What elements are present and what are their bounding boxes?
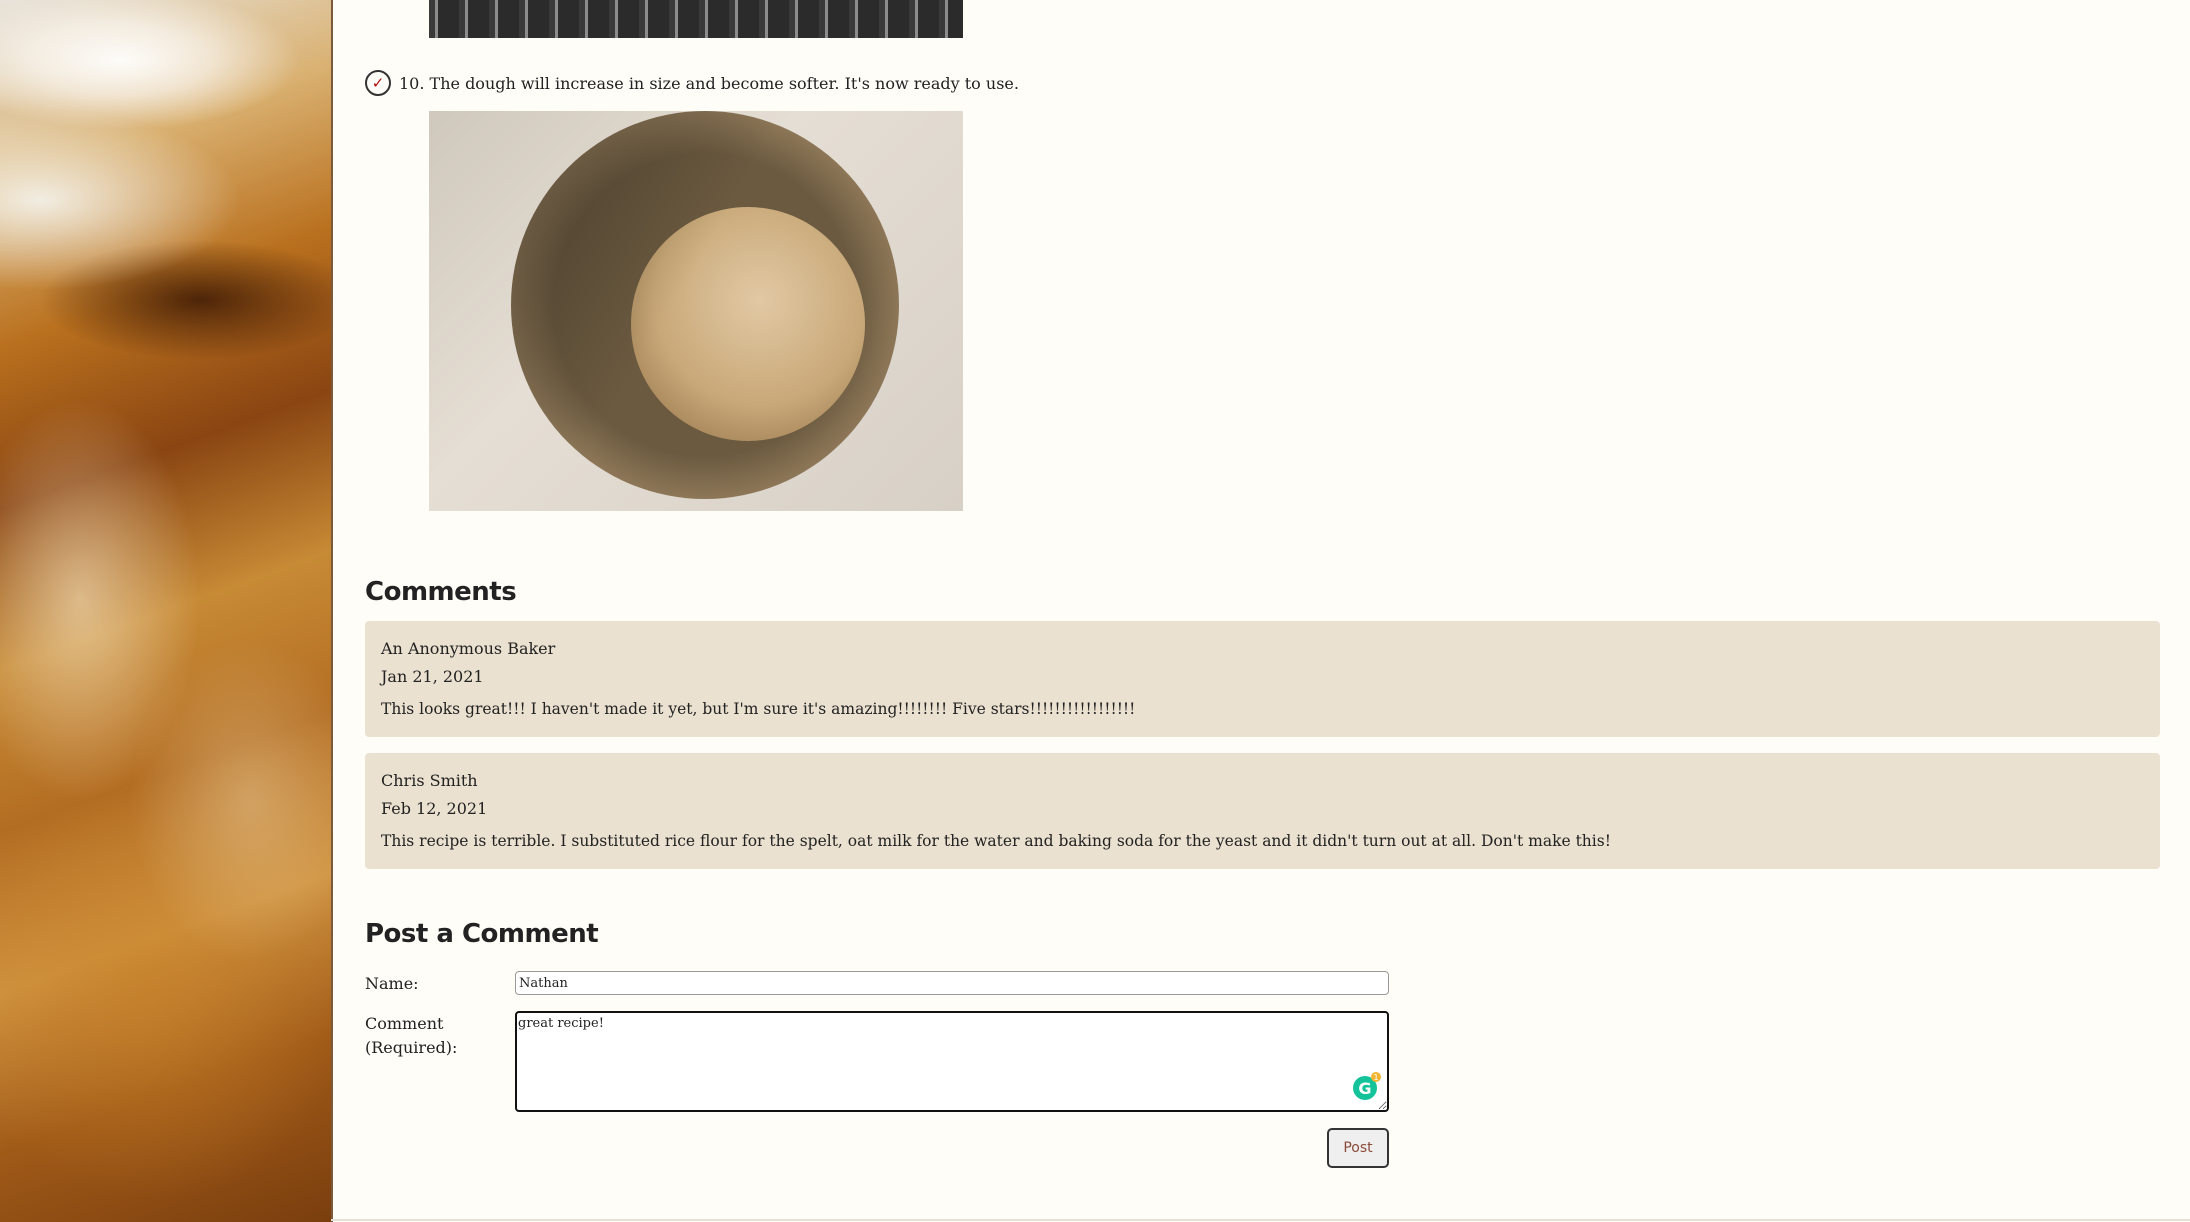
comment-date: Jan 21, 2021 (381, 667, 484, 686)
sidebar-bread-background (0, 0, 333, 1222)
comment-author: An Anonymous Baker (381, 639, 556, 658)
comment-author: Chris Smith (381, 771, 478, 790)
step-10-photo (429, 111, 963, 511)
bowl-shadow (511, 111, 899, 499)
step-10-text: 10. The dough will increase in size and … (399, 73, 1019, 93)
name-label: Name: (365, 974, 419, 993)
comment-label: Comment (Required): (365, 1014, 458, 1057)
comment-card: Chris Smith Feb 12, 2021 This recipe is … (365, 753, 2160, 869)
grammarly-count-badge: 1 (1371, 1072, 1381, 1082)
comment-body: This looks great!!! I haven't made it ye… (381, 700, 1136, 718)
check-circle-icon[interactable]: ✓ (365, 70, 391, 96)
post-comment-heading: Post a Comment (365, 919, 599, 949)
comment-body: This recipe is terrible. I substituted r… (381, 832, 1611, 850)
comment-textarea[interactable]: great recipe! (515, 1011, 1389, 1112)
comments-heading: Comments (365, 577, 517, 607)
comment-card: An Anonymous Baker Jan 21, 2021 This loo… (365, 621, 2160, 737)
post-button[interactable]: Post (1327, 1128, 1389, 1168)
footer-divider (331, 1219, 2190, 1221)
name-input[interactable] (515, 971, 1389, 995)
step-9-photo (429, 0, 963, 38)
step-10: ✓ 10. The dough will increase in size an… (365, 70, 1019, 96)
comment-date: Feb 12, 2021 (381, 799, 488, 818)
